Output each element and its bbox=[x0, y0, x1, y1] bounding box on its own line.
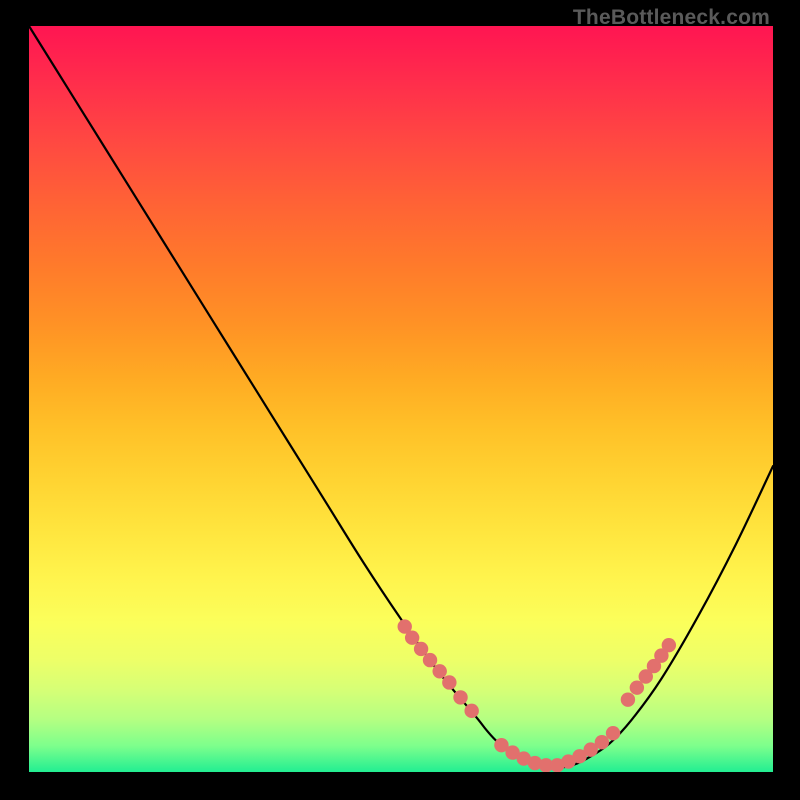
highlight-dot bbox=[539, 758, 553, 772]
highlight-dot bbox=[442, 675, 456, 689]
highlight-dot bbox=[453, 690, 467, 704]
highlight-dot bbox=[595, 735, 609, 749]
bottleneck-curve bbox=[29, 26, 773, 768]
highlight-dot bbox=[432, 664, 446, 678]
chart-frame: TheBottleneck.com bbox=[0, 0, 800, 800]
highlight-dot bbox=[528, 756, 542, 770]
highlight-dot bbox=[647, 659, 661, 673]
watermark-text: TheBottleneck.com bbox=[573, 6, 770, 30]
highlight-dot bbox=[505, 745, 519, 759]
highlight-dot bbox=[630, 681, 644, 695]
highlight-dot bbox=[550, 758, 564, 772]
highlight-dot bbox=[414, 642, 428, 656]
highlight-dot bbox=[584, 742, 598, 756]
highlight-dots-left bbox=[398, 619, 479, 718]
highlight-dot bbox=[662, 638, 676, 652]
highlight-dot bbox=[621, 692, 635, 706]
highlight-dot bbox=[464, 704, 478, 718]
gradient-plot-area bbox=[29, 26, 773, 772]
highlight-dot bbox=[572, 749, 586, 763]
highlight-dot bbox=[494, 738, 508, 752]
highlight-dot bbox=[517, 751, 531, 765]
highlight-dot bbox=[606, 726, 620, 740]
highlight-dot bbox=[654, 648, 668, 662]
highlight-dot bbox=[398, 619, 412, 633]
curve-svg bbox=[29, 26, 773, 772]
highlight-dots-bottom bbox=[494, 726, 620, 772]
highlight-dot bbox=[423, 653, 437, 667]
highlight-dots-right bbox=[621, 638, 676, 707]
highlight-dot bbox=[561, 754, 575, 768]
highlight-dot bbox=[639, 669, 653, 683]
highlight-dot bbox=[405, 631, 419, 645]
